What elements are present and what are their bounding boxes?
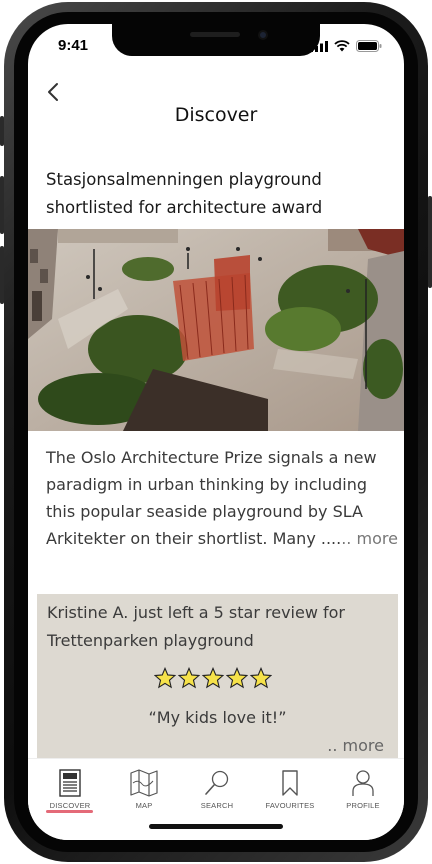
phone-frame: 9:41 Discover Stasjonsalmenningen playgr… <box>0 0 432 864</box>
notch <box>112 24 320 56</box>
star-icon <box>178 667 200 689</box>
article-image[interactable] <box>28 229 404 431</box>
review-text: Kristine A. just left a 5 star review fo… <box>47 603 345 650</box>
front-camera <box>258 30 268 40</box>
article-title[interactable]: Stasjonsalmenningen playground shortlist… <box>46 166 391 222</box>
status-icons <box>310 40 382 52</box>
tab-profile[interactable]: PROFILE <box>329 769 397 810</box>
rating-stars <box>154 667 272 689</box>
map-icon <box>130 769 158 797</box>
tab-label-profile: PROFILE <box>346 801 380 810</box>
star-icon <box>202 667 224 689</box>
bookmark-icon <box>282 770 298 796</box>
review-more-link[interactable]: .. more <box>327 736 384 755</box>
tab-label-search: SEARCH <box>200 801 234 810</box>
tab-search[interactable]: SEARCH <box>183 769 251 810</box>
search-icon <box>205 770 229 795</box>
battery-icon <box>356 40 382 52</box>
tab-label-discover: DISCOVER <box>49 801 91 810</box>
tab-label-favourites: FAVOURITES <box>265 801 315 810</box>
status-time: 9:41 <box>58 37 89 54</box>
review-card[interactable]: Kristine A. just left a 5 star review fo… <box>37 594 398 764</box>
star-icon <box>154 667 176 689</box>
tab-discover[interactable]: DISCOVER <box>36 769 104 810</box>
page-title: Discover <box>174 104 258 126</box>
wifi-icon <box>334 40 350 52</box>
chevron-left-icon <box>48 83 58 101</box>
article-more-link[interactable]: .. more <box>341 529 398 548</box>
speaker-grille <box>190 32 240 37</box>
review-quote: “My kids love it!” <box>148 708 287 727</box>
profile-icon <box>352 770 374 796</box>
playground-aerial-photo <box>28 229 404 431</box>
tab-map[interactable]: MAP <box>110 769 178 810</box>
home-indicator <box>149 824 283 829</box>
back-button[interactable] <box>42 80 66 104</box>
star-icon <box>250 667 272 689</box>
tab-label-map: MAP <box>135 801 153 810</box>
star-icon <box>226 667 248 689</box>
article-excerpt-text: The Oslo Architecture Prize signals a ne… <box>46 448 377 548</box>
tab-favourites[interactable]: FAVOURITES <box>256 769 324 810</box>
active-tab-indicator <box>46 810 93 813</box>
screen: 9:41 Discover Stasjonsalmenningen playgr… <box>28 24 404 840</box>
power-button <box>428 196 432 288</box>
discover-icon <box>59 769 81 797</box>
article-excerpt[interactable]: The Oslo Architecture Prize signals a ne… <box>46 444 398 552</box>
